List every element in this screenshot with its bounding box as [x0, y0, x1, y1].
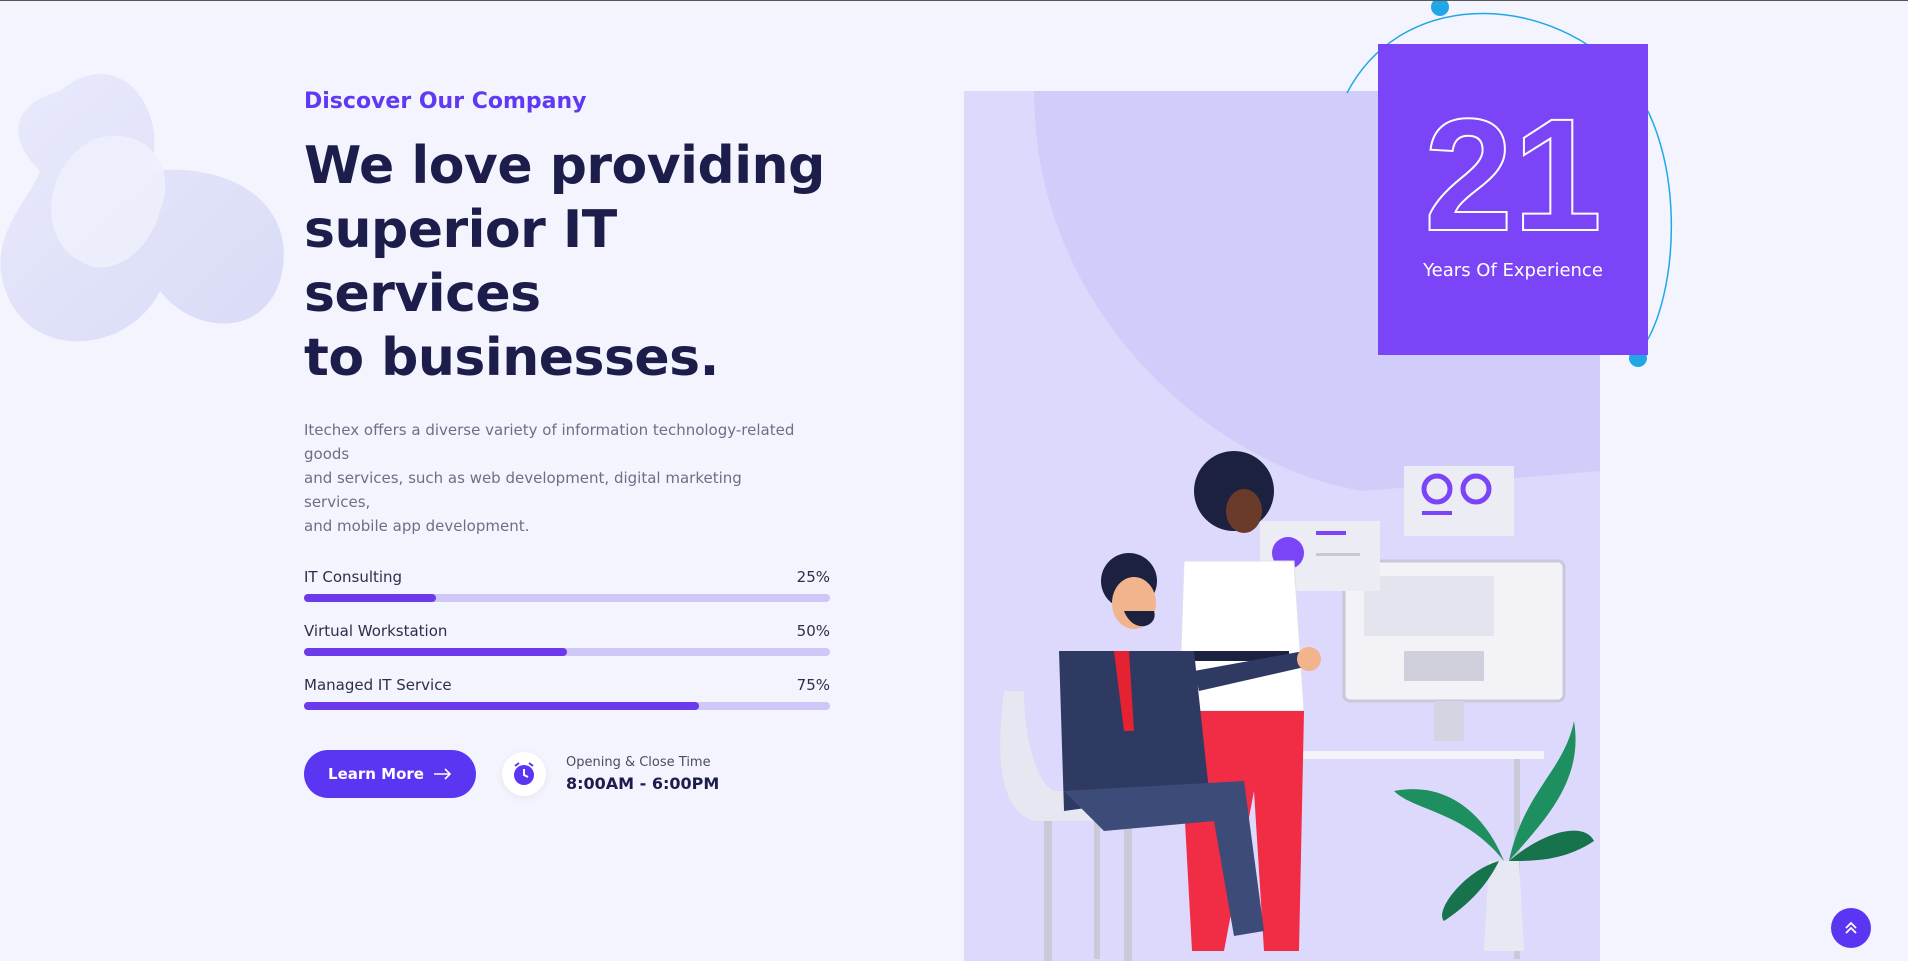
learn-more-label: Learn More: [328, 765, 424, 783]
arrow-right-icon: [433, 768, 452, 780]
skill-label: Virtual Workstation: [304, 622, 448, 640]
hours-value: 8:00AM - 6:00PM: [566, 774, 720, 793]
double-chevron-up-icon: [1845, 921, 1857, 934]
skill-percent: 25%: [796, 568, 830, 586]
about-section: Discover Our Company We love providing s…: [304, 89, 830, 798]
skill-label: Managed IT Service: [304, 676, 452, 694]
progress-fill: [304, 702, 699, 710]
experience-badge: 21 Years Of Experience: [1378, 44, 1648, 355]
title-line: We love providing: [304, 136, 825, 196]
progress-track: [304, 702, 830, 710]
skill-percent: 50%: [796, 622, 830, 640]
progress-track: [304, 594, 830, 602]
section-description: Itechex offers a diverse variety of info…: [304, 418, 804, 538]
skill-label: IT Consulting: [304, 568, 403, 586]
description-line: and services, such as web development, d…: [304, 469, 742, 511]
cta-row: Learn More Opening & Close Time 8:00AM -…: [304, 750, 830, 798]
clock-icon-wrap: [502, 752, 546, 796]
skill-percent: 75%: [796, 676, 830, 694]
progress-fill: [304, 594, 436, 602]
description-line: Itechex offers a diverse variety of info…: [304, 421, 795, 463]
skill-item: Managed IT Service 75%: [304, 676, 830, 710]
scroll-to-top-button[interactable]: [1831, 908, 1871, 948]
clock-icon: [514, 762, 534, 785]
decorative-blob: [0, 73, 284, 342]
hours-label: Opening & Close Time: [566, 755, 711, 770]
title-line: superior IT services: [304, 200, 617, 324]
experience-label: Years Of Experience: [1423, 260, 1603, 281]
skill-bars: IT Consulting 25% Virtual Workstation 50…: [304, 568, 830, 710]
progress-track: [304, 648, 830, 656]
experience-number: 21: [1423, 108, 1603, 248]
section-title: We love providing superior IT services t…: [304, 134, 830, 390]
learn-more-button[interactable]: Learn More: [304, 750, 476, 798]
experience-number-text: 21: [1424, 108, 1602, 248]
description-line: and mobile app development.: [304, 517, 530, 535]
hours-block: Opening & Close Time 8:00AM - 6:00PM: [566, 755, 719, 793]
progress-fill: [304, 648, 567, 656]
section-eyebrow: Discover Our Company: [304, 89, 587, 114]
title-line: to businesses.: [304, 328, 719, 388]
skill-item: Virtual Workstation 50%: [304, 622, 830, 656]
skill-item: IT Consulting 25%: [304, 568, 830, 602]
